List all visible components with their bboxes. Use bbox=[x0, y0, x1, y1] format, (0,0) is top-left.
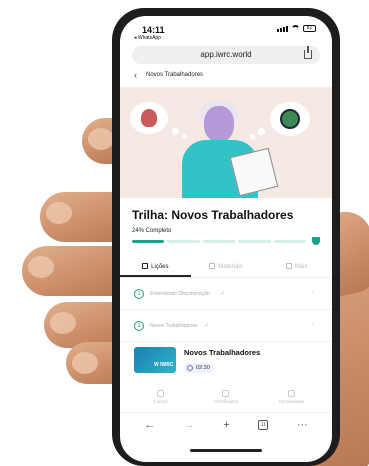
content-tabs: Lições Materiais Mais bbox=[120, 257, 332, 278]
progress-segment bbox=[202, 239, 236, 243]
certificate-icon bbox=[222, 390, 230, 397]
tab-mais[interactable]: Mais bbox=[261, 257, 332, 277]
clock-icon bbox=[187, 365, 193, 371]
tabs-button[interactable]: 11 bbox=[258, 419, 269, 430]
address-bar[interactable]: app.iwrc.world bbox=[132, 46, 320, 64]
course-thumbnail: W IWRC bbox=[134, 347, 176, 373]
more-menu-button[interactable]: ··· bbox=[297, 419, 308, 431]
tab-licoes[interactable]: Lições bbox=[120, 257, 191, 277]
duration-badge: 02:30 bbox=[184, 363, 214, 373]
bottom-nav-label: Certificados bbox=[214, 399, 238, 404]
lungs-icon bbox=[141, 109, 157, 127]
materials-icon bbox=[209, 263, 216, 269]
status-bar: 14:11 ◂ WhatsApp 81 bbox=[120, 16, 332, 42]
section-row[interactable]: 1 Entendendo Discriminação ✓ › bbox=[120, 278, 332, 310]
duration-text: 02:30 bbox=[196, 365, 210, 371]
thought-dot bbox=[258, 128, 265, 135]
browser-back-button[interactable]: ← bbox=[144, 419, 155, 431]
tab-label: Lições bbox=[151, 264, 169, 270]
bottom-nav-label: Cursos bbox=[153, 399, 168, 404]
browser-toolbar: ← → + 11 ··· bbox=[120, 412, 332, 436]
course-title: Novos Trabalhadores bbox=[184, 348, 261, 357]
community-icon bbox=[287, 390, 295, 397]
thought-dot bbox=[172, 128, 179, 135]
thumbnail-letter: W bbox=[154, 362, 159, 368]
battery-icon: 81 bbox=[303, 25, 316, 32]
hero-illustration bbox=[120, 88, 332, 198]
home-indicator[interactable] bbox=[190, 449, 262, 452]
status-icons: 81 bbox=[277, 25, 316, 32]
thumbnail-logo: W IWRC bbox=[154, 362, 173, 368]
wifi-icon bbox=[291, 25, 300, 32]
bottom-nav-label: Comunidade bbox=[278, 399, 305, 404]
signal-icon bbox=[277, 25, 288, 32]
scene: 14:11 ◂ WhatsApp 81 app.iwrc.world ‹ Nov… bbox=[0, 0, 369, 466]
chevron-right-icon[interactable]: › bbox=[312, 290, 314, 296]
course-card[interactable]: W IWRC Novos Trabalhadores 02:30 bbox=[120, 342, 332, 384]
chevron-right-icon[interactable]: › bbox=[312, 322, 314, 328]
page-title: Novos Trabalhadores bbox=[146, 72, 204, 78]
progress-segment bbox=[273, 239, 307, 243]
section-number: 1 bbox=[134, 289, 144, 299]
bottom-nav-certificados[interactable]: Certificados bbox=[201, 390, 251, 404]
thought-dot bbox=[182, 134, 187, 139]
section-label: Entendendo Discriminação bbox=[150, 291, 210, 297]
progress-segment bbox=[132, 239, 165, 243]
phone-screen: 14:11 ◂ WhatsApp 81 app.iwrc.world ‹ Nov… bbox=[120, 16, 332, 462]
tab-materiais[interactable]: Materiais bbox=[191, 257, 262, 277]
progress-label: 24% Completo bbox=[132, 228, 172, 234]
back-to-app-link[interactable]: ◂ WhatsApp bbox=[134, 35, 161, 41]
section-label: Novos Trabalhadores bbox=[150, 323, 198, 329]
progress-segment bbox=[238, 239, 271, 243]
tab-label: Mais bbox=[294, 264, 308, 270]
share-icon[interactable] bbox=[304, 46, 312, 59]
bottom-nav: Cursos Certificados Comunidade bbox=[120, 384, 332, 404]
page-header: ‹ Novos Trabalhadores bbox=[120, 64, 332, 88]
section-row[interactable]: 2 Novos Trabalhadores ✓ › bbox=[120, 310, 332, 342]
status-time: 14:11 bbox=[142, 25, 165, 35]
tab-label: Materiais bbox=[218, 264, 243, 270]
courses-icon bbox=[157, 390, 165, 397]
trophy-icon bbox=[312, 237, 321, 245]
bottom-nav-cursos[interactable]: Cursos bbox=[136, 390, 186, 404]
globe-icon bbox=[280, 109, 300, 129]
new-tab-button[interactable]: + bbox=[223, 419, 229, 431]
back-button[interactable]: ‹ bbox=[134, 70, 137, 80]
bottom-nav-comunidade[interactable]: Comunidade bbox=[266, 390, 316, 404]
person-head bbox=[204, 106, 234, 142]
progress-segment bbox=[167, 239, 200, 243]
check-icon: ✓ bbox=[220, 291, 226, 297]
browser-forward-button[interactable]: → bbox=[184, 419, 195, 431]
url-text: app.iwrc.world bbox=[200, 50, 252, 59]
more-icon bbox=[285, 263, 292, 269]
newspaper-illustration bbox=[229, 147, 279, 197]
thought-dot bbox=[250, 134, 255, 139]
section-number: 2 bbox=[134, 321, 144, 331]
trail-title: Trilha: Novos Trabalhadores bbox=[132, 208, 294, 222]
check-icon: ✓ bbox=[204, 323, 210, 329]
progress-bar bbox=[120, 234, 332, 245]
thumbnail-brand: IWRC bbox=[160, 362, 174, 368]
lessons-icon bbox=[142, 263, 149, 269]
